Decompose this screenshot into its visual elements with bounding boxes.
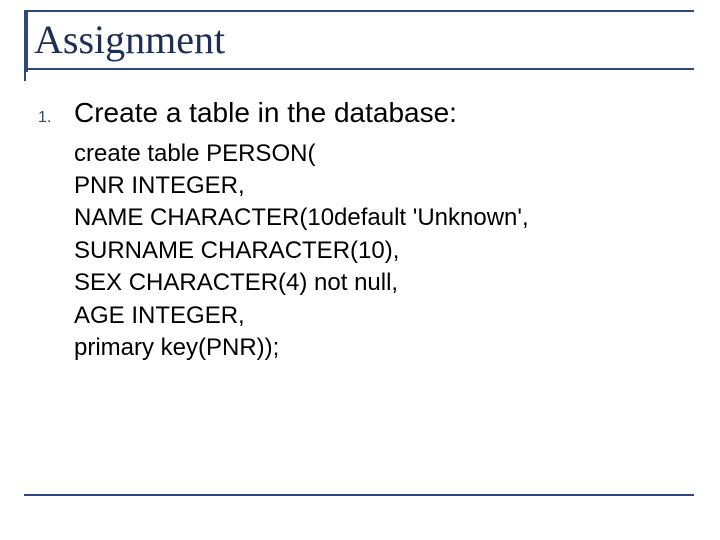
code-line: create table PERSON(	[74, 138, 678, 170]
list-item-text: Create a table in the database:	[74, 96, 457, 130]
code-line: PNR INTEGER,	[74, 170, 678, 202]
code-line: SEX CHARACTER(4) not null,	[74, 267, 678, 299]
slide: Assignment 1. Create a table in the data…	[0, 0, 720, 540]
code-line: SURNAME CHARACTER(10),	[74, 235, 678, 267]
code-line: AGE INTEGER,	[74, 300, 678, 332]
bottom-rule	[24, 494, 694, 496]
code-line: primary key(PNR));	[74, 332, 678, 364]
body-content: 1. Create a table in the database: creat…	[38, 96, 678, 364]
title-underline	[24, 68, 694, 70]
list-item: 1. Create a table in the database:	[38, 96, 678, 130]
code-line: NAME CHARACTER(10default 'Unknown',	[74, 202, 678, 234]
page-title: Assignment	[34, 14, 694, 81]
list-number: 1.	[38, 109, 74, 127]
title-region: Assignment	[24, 10, 694, 81]
code-block: create table PERSON( PNR INTEGER, NAME C…	[74, 138, 678, 365]
